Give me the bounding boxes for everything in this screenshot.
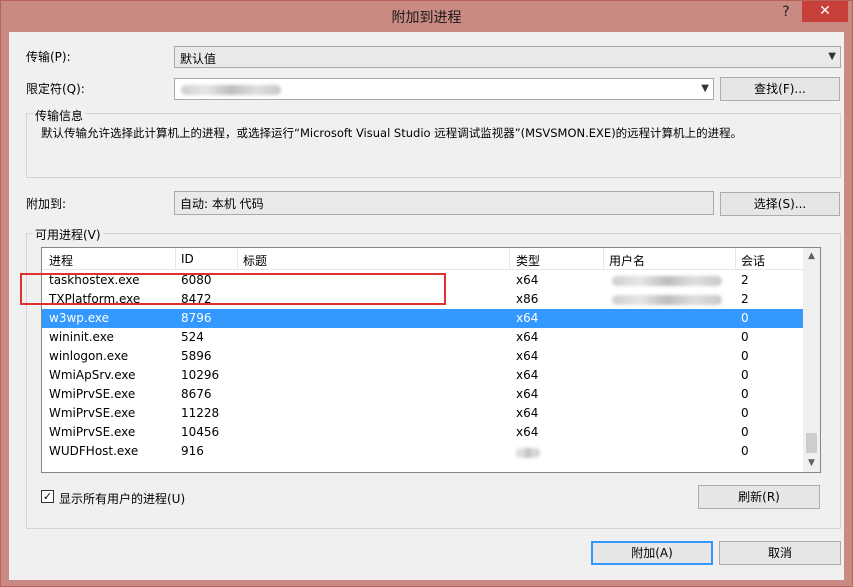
attach-to-field: 自动: 本机 代码 [174,191,714,215]
close-icon: ✕ [819,3,831,19]
refresh-button[interactable]: 刷新(R) [698,485,820,509]
cell-name: WmiPrvSE.exe [49,406,136,420]
cell-id: 11228 [181,406,220,420]
cell-type: x64 [516,368,539,382]
dialog-title: 附加到进程 [391,10,462,26]
cell-id: 8796 [181,311,212,325]
cell-name: wininit.exe [49,330,114,344]
processes-title: 可用进程(V) [33,226,103,243]
scroll-up-icon[interactable]: ▲ [803,248,820,265]
cell-type: x64 [516,330,539,344]
cell-session: 0 [741,311,749,325]
dialog-window: 附加到进程 ? ✕ 传输(P): 默认值 ▼ 限定符(Q): ▼ 查找(F)..… [0,0,853,587]
table-row[interactable]: WmiApSrv.exe 10296 x64 0 [42,366,804,385]
cell-id: 8676 [181,387,212,401]
scroll-down-icon[interactable]: ▼ [803,455,820,472]
cell-session: 0 [741,330,749,344]
column-header-user[interactable]: 用户名 [609,252,645,269]
cell-session: 0 [741,368,749,382]
column-separator [603,248,604,270]
qualifier-combobox[interactable]: ▼ [174,78,714,100]
table-row[interactable]: WUDFHost.exe 916 0 [42,442,804,461]
qualifier-label: 限定符(Q): [26,82,85,96]
transport-value: 默认值 [180,52,217,66]
table-row[interactable]: WmiPrvSE.exe 8676 x64 0 [42,385,804,404]
close-button[interactable]: ✕ [802,1,848,22]
cell-type: x64 [516,311,539,325]
redacted-type [516,448,540,458]
cell-session: 0 [741,387,749,401]
transport-info-title: 传输信息 [33,107,86,124]
redacted-text [181,85,281,95]
cell-type: x64 [516,387,539,401]
transport-info-group [26,113,841,178]
cell-type: x64 [516,425,539,439]
scroll-thumb[interactable] [806,433,817,453]
column-separator [735,248,736,270]
cell-id: 5896 [181,349,212,363]
cell-type: x64 [516,273,539,287]
transport-info-text: 默认传输允许选择此计算机上的进程，或选择运行“Microsoft Visual … [41,126,743,140]
cell-session: 0 [741,406,749,420]
title-bar[interactable]: 附加到进程 ? ✕ [1,1,852,31]
show-all-users-label[interactable]: 显示所有用户的进程(U) [59,490,185,507]
table-row[interactable]: WmiPrvSE.exe 11228 x64 0 [42,404,804,423]
cell-session: 0 [741,349,749,363]
column-separator [175,248,176,270]
attach-to-label: 附加到: [26,197,67,211]
cell-id: 916 [181,444,204,458]
cell-id: 10296 [181,368,220,382]
column-header-title[interactable]: 标题 [243,252,267,269]
show-all-users-checkbox[interactable]: ✓ [41,490,54,503]
cell-name: WmiApSrv.exe [49,368,136,382]
cell-name: winlogon.exe [49,349,129,363]
cell-session: 2 [741,273,749,287]
column-header-type[interactable]: 类型 [516,252,540,269]
cell-session: 0 [741,425,749,439]
attach-to-value: 自动: 本机 代码 [180,197,264,211]
transport-dropdown[interactable]: 默认值 ▼ [174,46,841,68]
find-button[interactable]: 查找(F)... [720,77,840,101]
cell-name: WmiPrvSE.exe [49,425,136,439]
checkmark-icon: ✓ [42,490,53,503]
cell-type: x86 [516,292,539,306]
redacted-username [612,295,722,305]
column-header-process[interactable]: 进程 [49,252,73,269]
column-header-id[interactable]: ID [181,252,194,266]
dialog-client: 传输(P): 默认值 ▼ 限定符(Q): ▼ 查找(F)... 传输信息 默认传… [9,32,844,580]
cell-id: 10456 [181,425,220,439]
cell-name: w3wp.exe [49,311,109,325]
cell-type: x64 [516,349,539,363]
cell-session: 2 [741,292,749,306]
cancel-button[interactable]: 取消 [719,541,841,565]
cell-name: WUDFHost.exe [49,444,139,458]
cell-name: WmiPrvSE.exe [49,387,136,401]
cell-id: 524 [181,330,204,344]
list-header: 进程 ID 标题 类型 用户名 会话 [42,248,804,270]
column-header-session[interactable]: 会话 [741,252,765,269]
table-row[interactable]: wininit.exe 524 x64 0 [42,328,804,347]
help-icon[interactable]: ? [776,3,796,21]
table-row[interactable]: WmiPrvSE.exe 10456 x64 0 [42,423,804,442]
column-separator [237,248,238,270]
vertical-scrollbar[interactable]: ▲ ▼ [803,248,820,472]
redacted-username [612,276,722,286]
attach-button[interactable]: 附加(A) [591,541,713,565]
transport-label: 传输(P): [26,50,71,64]
table-row[interactable]: w3wp.exe 8796 x64 0 [42,309,804,328]
cell-session: 0 [741,444,749,458]
cell-type: x64 [516,406,539,420]
column-separator [509,248,510,270]
annotation-highlight-box [20,273,446,305]
select-button[interactable]: 选择(S)... [720,192,840,216]
chevron-down-icon: ▼ [828,51,836,62]
chevron-down-icon: ▼ [701,83,709,94]
table-row[interactable]: winlogon.exe 5896 x64 0 [42,347,804,366]
